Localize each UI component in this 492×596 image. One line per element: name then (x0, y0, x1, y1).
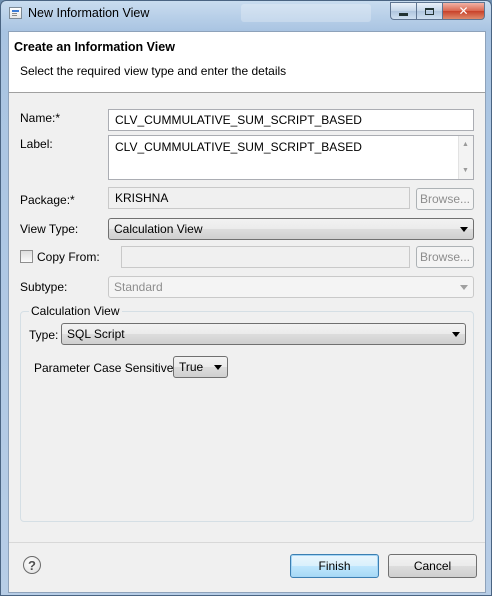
param-case-sensitive-value: True (179, 360, 204, 374)
title-bar[interactable]: New Information View ✕ (1, 1, 491, 27)
view-type-label: View Type: (20, 222, 79, 236)
minimize-icon (399, 12, 408, 16)
caption-buttons: ✕ (390, 2, 485, 21)
wizard-header: Create an Information View Select the re… (9, 32, 485, 93)
maximize-icon (425, 7, 434, 15)
minimize-button[interactable] (390, 2, 416, 20)
copy-from-label: Copy From: (37, 250, 100, 264)
window-title: New Information View (28, 6, 150, 20)
label-textarea[interactable]: CLV_CUMMULATIVE_SUM_SCRIPT_BASED ▲ ▼ (108, 135, 474, 180)
subtype-label: Subtype: (20, 280, 68, 294)
scroll-down-icon[interactable]: ▼ (462, 167, 469, 174)
view-type-value: Calculation View (114, 222, 203, 236)
param-case-sensitive-label: Parameter Case Sensitive: (34, 361, 177, 375)
app-icon (9, 7, 22, 19)
copy-from-input[interactable] (121, 246, 410, 268)
package-input[interactable]: KRISHNA (108, 187, 410, 209)
label-text: CLV_CUMMULATIVE_SUM_SCRIPT_BASED (115, 140, 362, 154)
name-input[interactable]: CLV_CUMMULATIVE_SUM_SCRIPT_BASED (108, 109, 474, 131)
chevron-down-icon (214, 365, 222, 370)
subtype-select[interactable]: Standard (108, 276, 474, 298)
copy-from-browse-button[interactable]: Browse... (416, 246, 474, 268)
wizard-title: Create an Information View (14, 40, 175, 54)
footer-separator (9, 542, 485, 543)
help-icon[interactable]: ? (23, 556, 41, 574)
param-case-sensitive-select[interactable]: True (173, 356, 228, 378)
dialog-client-area: Create an Information View Select the re… (8, 31, 486, 593)
wizard-description: Select the required view type and enter … (20, 64, 287, 78)
package-label: Package:* (20, 193, 75, 207)
chevron-down-icon (460, 227, 468, 232)
chevron-down-icon (460, 285, 468, 290)
subtype-value: Standard (114, 280, 163, 294)
calc-type-value: SQL Script (67, 327, 125, 341)
name-label: Name:* (20, 111, 61, 125)
label-label: Label: (20, 137, 53, 151)
finish-button[interactable]: Finish (290, 554, 379, 578)
label-scrollbar[interactable]: ▲ ▼ (458, 136, 473, 179)
cancel-button[interactable]: Cancel (388, 554, 477, 578)
copy-from-checkbox[interactable] (20, 250, 33, 263)
chevron-down-icon (452, 332, 460, 337)
scroll-up-icon[interactable]: ▲ (462, 141, 469, 148)
calc-type-select[interactable]: SQL Script (61, 323, 466, 345)
maximize-button[interactable] (416, 2, 442, 20)
close-icon: ✕ (458, 4, 469, 18)
view-type-select[interactable]: Calculation View (108, 218, 474, 240)
package-browse-button[interactable]: Browse... (416, 188, 474, 210)
close-button[interactable]: ✕ (442, 2, 485, 20)
title-bar-reflection (241, 4, 371, 22)
calc-type-label: Type: (29, 328, 59, 342)
calculation-view-group-title: Calculation View (29, 304, 122, 318)
dialog-window: New Information View ✕ Create an Informa… (0, 0, 492, 596)
